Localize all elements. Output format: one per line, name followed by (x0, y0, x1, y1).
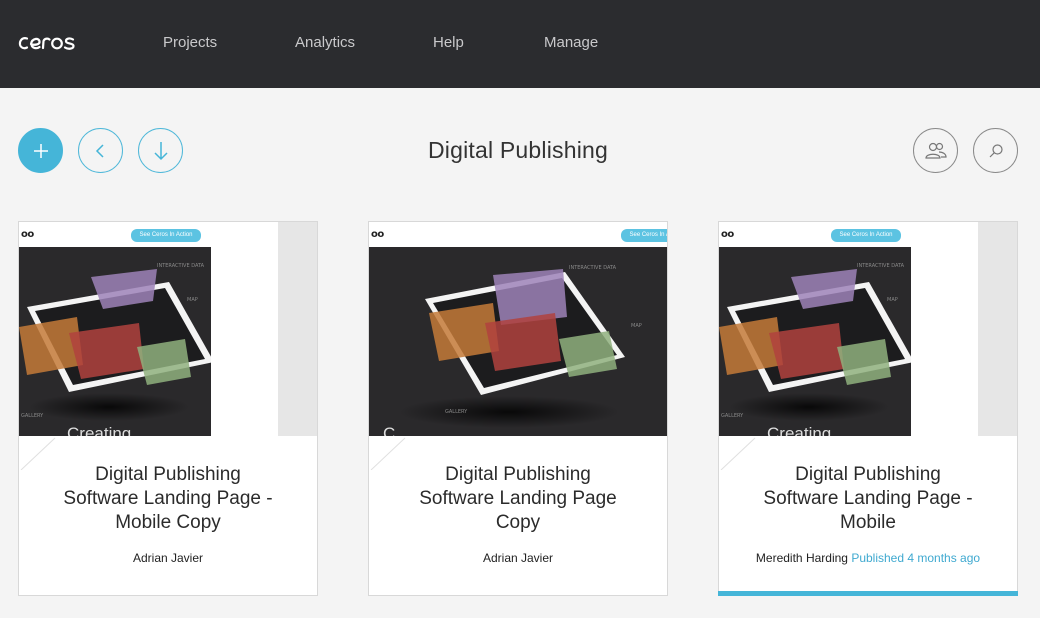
card-status: Published 4 months ago (851, 551, 981, 565)
svg-text:INTERACTIVE DATA: INTERACTIVE DATA (857, 263, 905, 269)
selected-card-indicator (718, 591, 1018, 596)
tablet-illustration: INTERACTIVE DATA MAP GALLERY (19, 263, 214, 421)
project-card[interactable]: oo See Ceros In Action INTERACTIVE DATA … (368, 221, 668, 596)
card-title-line: Mobile (840, 512, 896, 533)
thumbnail-header: oo See Ceros In Action (19, 222, 278, 247)
svg-text:MAP: MAP (187, 297, 198, 303)
card-title: Digital Publishing Software Landing Page… (389, 463, 647, 535)
nav-manage[interactable]: Manage (544, 34, 598, 51)
card-author: Adrian Javier (482, 551, 554, 565)
top-nav-bar: ceros Projects Analytics Help Manage (0, 0, 1040, 88)
card-title-line: Software Landing Page - (763, 488, 973, 509)
collaborators-button[interactable] (913, 128, 958, 173)
svg-text:INTERACTIVE DATA: INTERACTIVE DATA (157, 263, 205, 269)
thumbnail-hero: INTERACTIVE DATA MAP GALLERY (719, 247, 914, 436)
thumbnail-cta: See Ceros In Action (131, 229, 201, 242)
tablet-illustration: INTERACTIVE DATA MAP GALLERY (399, 265, 642, 428)
ceros-logo[interactable]: ceros (18, 33, 82, 53)
project-thumbnail: oo See Ceros In Action INTERACTIVE DATA … (719, 222, 1017, 436)
plus-icon (33, 143, 48, 158)
search-icon (989, 143, 1003, 157)
card-title-line: Copy (495, 512, 541, 533)
thumbnail-logo: oo (21, 229, 34, 240)
nav-help[interactable]: Help (433, 34, 464, 51)
thumbnail-overlay-text: Creating (767, 424, 832, 436)
card-title-line: Software Landing Page (419, 488, 617, 509)
svg-text:ceros: ceros (18, 33, 21, 34)
download-button[interactable] (138, 128, 183, 173)
thumbnail-cta: See Ceros In Action (831, 229, 901, 242)
thumbnail-cta: See Ceros In Action (621, 229, 667, 242)
card-title-line: Digital Publishing (795, 464, 941, 485)
card-meta: Meredith Harding Published 4 months ago (719, 551, 1017, 565)
thumbnail-logo: oo (721, 229, 734, 240)
thumbnail-header: oo See Ceros In Action (369, 222, 667, 247)
card-title-line: Digital Publishing (445, 464, 591, 485)
thumbnail-page: oo See Ceros In Action INTERACTIVE DATA … (19, 222, 278, 436)
card-author: Adrian Javier (132, 551, 204, 565)
thumbnail-hero: INTERACTIVE DATA MAP GALLERY (19, 247, 214, 436)
svg-text:INTERACTIVE DATA: INTERACTIVE DATA (569, 265, 617, 271)
users-icon (924, 142, 947, 159)
card-meta: Adrian Javier (369, 551, 667, 565)
chevron-left-icon (95, 143, 104, 158)
nav-projects[interactable]: Projects (163, 34, 217, 51)
add-button[interactable] (18, 128, 63, 173)
thumbnail-page: oo See Ceros In Action INTERACTIVE DATA … (719, 222, 978, 436)
nav-analytics[interactable]: Analytics (295, 34, 355, 51)
svg-text:MAP: MAP (887, 297, 898, 303)
card-title: Digital Publishing Software Landing Page… (39, 463, 297, 535)
thumbnail-hero: INTERACTIVE DATA MAP GALLERY (369, 247, 667, 436)
card-title-line: Digital Publishing (95, 464, 241, 485)
card-author: Meredith Harding (755, 551, 848, 565)
svg-text:GALLERY: GALLERY (445, 409, 468, 415)
svg-text:GALLERY: GALLERY (721, 413, 744, 419)
project-card[interactable]: oo See Ceros In Action INTERACTIVE DATA … (18, 221, 318, 596)
page-title: Digital Publishing (427, 137, 609, 163)
card-title-line: Mobile Copy (115, 512, 221, 533)
thumbnail-overlay-text: Creating (67, 424, 132, 436)
thumbnail-page: oo See Ceros In Action INTERACTIVE DATA … (369, 222, 667, 436)
svg-text:MAP: MAP (631, 323, 642, 329)
project-thumbnail: oo See Ceros In Action INTERACTIVE DATA … (19, 222, 317, 436)
project-card[interactable]: oo See Ceros In Action INTERACTIVE DATA … (718, 221, 1018, 596)
tablet-illustration: INTERACTIVE DATA MAP GALLERY (719, 263, 914, 421)
card-meta: Adrian Javier (19, 551, 317, 565)
card-title-line: Software Landing Page - (63, 488, 273, 509)
back-button[interactable] (78, 128, 123, 173)
card-title: Digital Publishing Software Landing Page… (739, 463, 997, 535)
thumbnail-header: oo See Ceros In Action (719, 222, 978, 247)
search-button[interactable] (973, 128, 1018, 173)
thumbnail-logo: oo (371, 229, 384, 240)
arrow-down-icon (153, 141, 168, 160)
thumbnail-overlay-text: C (383, 424, 396, 436)
svg-text:GALLERY: GALLERY (21, 413, 44, 419)
project-thumbnail: oo See Ceros In Action INTERACTIVE DATA … (369, 222, 667, 436)
